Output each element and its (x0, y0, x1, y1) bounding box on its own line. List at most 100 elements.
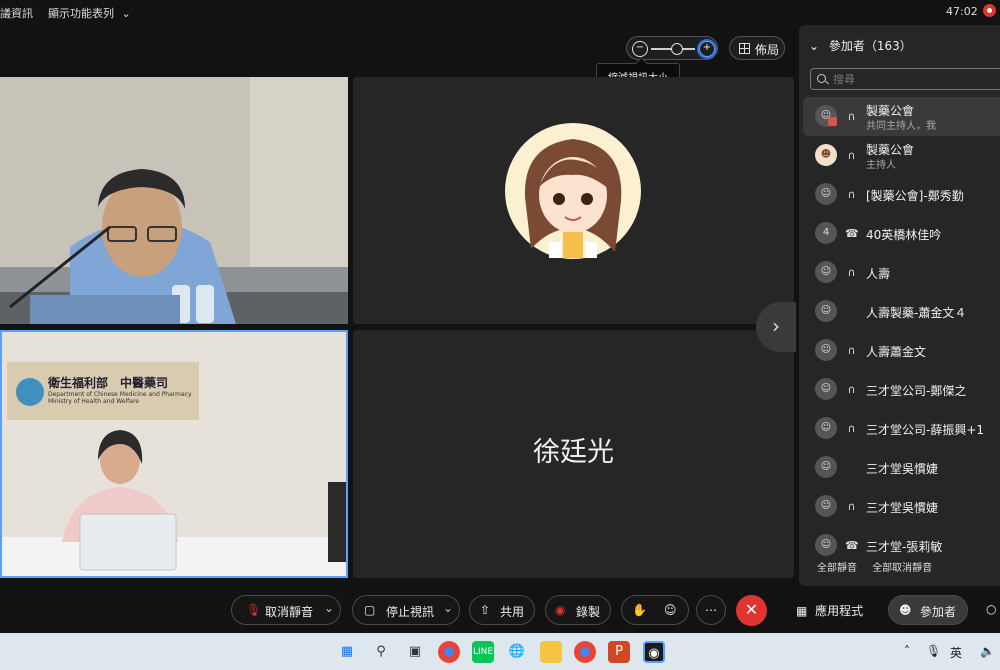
participant-display-name: 徐廷光 (533, 437, 614, 468)
file-explorer-icon[interactable] (540, 641, 562, 663)
meeting-timer: 47:02 (946, 5, 978, 18)
input-language-indicator[interactable]: 英 (950, 644, 962, 661)
participant-row[interactable]: ☺ ∩ 三才堂吳慣婕 (803, 487, 1000, 526)
raise-hand-icon[interactable]: ✋ (632, 603, 647, 617)
participant-list: ☺ ∩ 製藥公會 共同主持人，我 ☻ ∩ 製藥公會 主持人 ☺ ∩ [製藥公會]-鄭秀勤 4 ☎ 40英橋… (803, 97, 1000, 565)
grid-icon (739, 43, 750, 54)
windows-start-icon[interactable]: ▦ (336, 641, 358, 663)
unmute-button[interactable]: 🎙 取消靜音 ⌄ (231, 595, 341, 625)
chevron-down-icon[interactable]: ⌄ (324, 601, 334, 615)
person-icon: ☺ (815, 378, 837, 400)
apps-label: 應用程式 (815, 604, 864, 618)
apps-button[interactable]: ▦ 應用程式 (796, 602, 863, 619)
headset-icon: ∩ (847, 266, 856, 279)
mic-off-icon[interactable]: 🎙 (926, 644, 941, 658)
participant-row[interactable]: ☻ ∩ 製藥公會 主持人 (803, 136, 1000, 175)
participants-button[interactable]: ☻ 參加者 (888, 595, 968, 625)
camera-icon: ▢ (364, 603, 376, 617)
view-menu-label: 顯示功能表列 (48, 7, 114, 20)
chevron-down-icon[interactable]: ⌄ (443, 601, 453, 615)
participant-row[interactable]: ☺ ∩ [製藥公會]-鄭秀勤 (803, 175, 1000, 214)
powerpoint-icon[interactable]: P (608, 641, 630, 663)
participant-name: 三才堂吳慣婕 (866, 462, 939, 476)
participant-row[interactable]: ☺ 人壽製藥-蕭金文４ (803, 292, 1000, 331)
share-icon: ⇧ (480, 603, 491, 617)
participant-search[interactable] (810, 68, 1000, 90)
globe-app-icon[interactable]: 🌐 (506, 641, 528, 663)
video-tile-name-only[interactable]: 徐廷光 (353, 330, 794, 578)
more-options-button[interactable]: ⋯ (696, 595, 726, 625)
participant-row[interactable]: 4 ☎ 40英橋林佳吟 (803, 214, 1000, 253)
speaker-icon[interactable]: 🔈 (980, 644, 995, 658)
reactions-group: ✋ ☺ (621, 595, 689, 625)
participant-name: 人壽蕭金文 (866, 345, 927, 359)
search-icon[interactable]: ⚲ (370, 641, 392, 663)
participant-name: 40英橋林佳吟 (866, 228, 942, 242)
leave-meeting-button[interactable]: ✕ (736, 595, 767, 626)
headset-icon: ∩ (847, 500, 856, 513)
participant-name: 人壽製藥-蕭金文４ (866, 306, 967, 320)
recording-indicator-icon[interactable] (983, 4, 996, 17)
person-icon: ☺ (815, 495, 837, 517)
unmute-label: 取消靜音 (265, 605, 314, 619)
mute-all-button[interactable]: 全部靜音 (817, 563, 857, 574)
participant-row[interactable]: ☺ ∩ 製藥公會 共同主持人，我 (803, 97, 1000, 136)
headset-icon: ∩ (847, 422, 856, 435)
person-icon: ☺ (815, 300, 837, 322)
video-size-slider[interactable]: − + (626, 36, 718, 60)
headset-icon: ∩ (847, 110, 856, 123)
participant-row[interactable]: ☺ ∩ 三才堂公司-薛振興+1 (803, 409, 1000, 448)
meeting-window: 議資訊 顯示功能表列 ⌄ 47:02 − + 佈局 縮減視訊大小 (0, 0, 1000, 670)
unmute-all-button[interactable]: 全部取消靜音 (872, 563, 932, 574)
webex-app-icon[interactable]: ◉ (643, 641, 665, 663)
participant-row[interactable]: ☺ ∩ 人壽蕭金文 (803, 331, 1000, 370)
smiley-icon[interactable]: ☺ (664, 603, 677, 617)
share-button[interactable]: ⇧ 共用 (469, 595, 535, 625)
chat-button[interactable]: ○ (986, 602, 996, 616)
person-icon: ☺ (815, 417, 837, 439)
panel-footer: 全部靜音 全部取消靜音 (817, 559, 932, 574)
zoom-out-icon[interactable]: − (632, 41, 648, 57)
person-icon: ☺ (815, 339, 837, 361)
zoom-in-icon[interactable]: + (699, 41, 715, 57)
chrome-icon[interactable] (574, 641, 596, 663)
phone-icon: ☎ (845, 227, 859, 240)
person-icon: ☺ (815, 456, 837, 478)
layout-button[interactable]: 佈局 (729, 36, 785, 60)
participant-row[interactable]: ☺ ∩ 人壽 (803, 253, 1000, 292)
participant-name: 三才堂公司-薛振興+1 (866, 423, 985, 437)
participant-name: 三才堂-張莉敏 (866, 540, 943, 554)
windows-taskbar: ▦ ⚲ ▣ LINE 🌐 P ◉ ˄ 🎙 英 🔈 (0, 633, 1000, 670)
line-app-icon[interactable]: LINE (472, 641, 494, 663)
participant-row[interactable]: ☺ 三才堂吳慣婕 (803, 448, 1000, 487)
video-tile-speaker[interactable] (0, 77, 348, 324)
department-sign-text: 衛生福利部 中醫藥司 Department of Chinese Medicin… (48, 374, 198, 405)
video-tile-avatar[interactable] (353, 77, 794, 324)
headset-icon: ∩ (847, 383, 856, 396)
participants-header[interactable]: ⌄ 參加者（163） (809, 37, 912, 54)
chevron-up-icon[interactable]: ˄ (904, 644, 910, 658)
sign-en2: Ministry of Health and Welfare (48, 398, 139, 405)
slider-handle[interactable] (671, 43, 683, 55)
participant-row[interactable]: ☺ ∩ 三才堂公司-鄭傑之 (803, 370, 1000, 409)
view-menu-bar-toggle[interactable]: 顯示功能表列 ⌄ (48, 5, 131, 21)
meeting-info-menu[interactable]: 議資訊 (0, 5, 33, 21)
sign-org: 衛生福利部 中醫藥司 (48, 376, 169, 390)
search-input[interactable] (833, 72, 993, 87)
chat-icon: ○ (986, 602, 997, 616)
chevron-down-icon: ⌄ (809, 39, 820, 53)
video-tile-active-speaker[interactable]: 衛生福利部 中醫藥司 Department of Chinese Medicin… (0, 330, 348, 578)
chevron-right-icon: › (772, 314, 780, 338)
top-bar: 議資訊 顯示功能表列 ⌄ 47:02 (0, 0, 1000, 24)
record-button[interactable]: ◉ 錄製 (545, 595, 611, 625)
chrome-icon[interactable] (438, 641, 460, 663)
person-icon: ☺ (815, 183, 837, 205)
participant-name: 人壽 (866, 267, 891, 281)
person-icon: ☺ (815, 534, 837, 556)
stop-video-button[interactable]: ▢ 停止視訊 ⌄ (352, 595, 460, 625)
person-icon: ☺ (815, 261, 837, 283)
participant-name: 三才堂公司-鄭傑之 (866, 384, 967, 398)
layout-label: 佈局 (755, 43, 780, 57)
task-view-icon[interactable]: ▣ (404, 641, 426, 663)
participants-label: 參加者 (920, 605, 957, 619)
